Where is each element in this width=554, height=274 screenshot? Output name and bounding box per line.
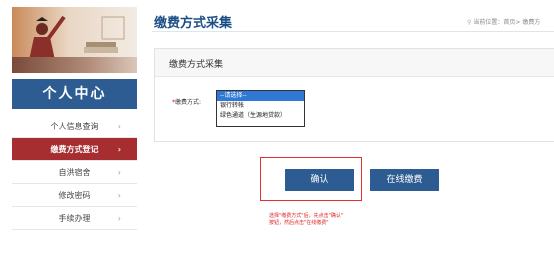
select-option[interactable]: 绿色通道（生源地贷款） xyxy=(217,111,304,121)
instruction-hint: 选择"缴费方式"后，先点击"确认" 按钮，然后点击"在线缴费" xyxy=(269,213,389,227)
location-pin-icon: ⚲ xyxy=(467,19,472,26)
payment-method-label: *缴费方式: xyxy=(172,97,201,106)
breadcrumb-text: 当前位置：首页> 缴费方 xyxy=(473,19,541,26)
confirm-button[interactable]: 确认 xyxy=(285,169,354,191)
payment-method-label-text: 缴费方式: xyxy=(175,99,202,106)
sidebar-item-procedures[interactable]: 手续办理 › xyxy=(12,207,137,230)
sidebar-item-label: 自洪宿舍 xyxy=(58,168,91,177)
sidebar-item-label: 缴费方式登记 xyxy=(50,145,99,154)
sidebar-banner-image xyxy=(12,7,137,73)
sidebar-item-label: 个人信息查询 xyxy=(50,122,99,131)
payment-method-select[interactable]: --请选择-- 银行转帐 绿色通道（生源地贷款） xyxy=(216,90,305,127)
chevron-right-icon: › xyxy=(117,168,121,177)
panel-header: 缴费方式采集 xyxy=(155,49,554,77)
hint-line: 选择"缴费方式"后，先点击"确认" xyxy=(269,213,344,219)
payment-form-panel: 缴费方式采集 xyxy=(154,48,554,142)
hint-line: 按钮，然后点击"在线缴费" xyxy=(269,220,329,226)
sidebar-item-payment-method[interactable]: 缴费方式登记 › xyxy=(12,138,137,161)
sidebar-item-label: 修改密码 xyxy=(58,191,91,200)
chevron-right-icon: › xyxy=(117,214,121,223)
panel-title: 缴费方式采集 xyxy=(169,60,224,70)
member-center-title: 个人中心 xyxy=(12,79,137,109)
sidebar-item-info-query[interactable]: 个人信息查询 › xyxy=(12,115,137,138)
sidebar-menu: 个人信息查询 › 缴费方式登记 › 自洪宿舍 › 修改密码 › 手续办理 › xyxy=(12,115,137,230)
online-pay-button[interactable]: 在线缴费 xyxy=(370,169,439,191)
chevron-right-icon: › xyxy=(117,122,121,131)
select-option[interactable]: --请选择-- xyxy=(217,91,304,101)
sidebar: 个人中心 个人信息查询 › 缴费方式登记 › 自洪宿舍 › 修改密码 › 手续办理 › xyxy=(12,7,137,237)
chevron-right-icon: › xyxy=(117,191,121,200)
title-divider xyxy=(152,31,554,32)
sidebar-item-dorm[interactable]: 自洪宿舍 › xyxy=(12,161,137,184)
page-title: 缴费方式采集 xyxy=(154,16,233,31)
select-option[interactable]: 银行转帐 xyxy=(217,101,304,111)
sidebar-item-change-password[interactable]: 修改密码 › xyxy=(12,184,137,207)
breadcrumb: ⚲ 当前位置：首页> 缴费方 xyxy=(467,17,540,26)
chevron-right-icon: › xyxy=(117,145,121,154)
sidebar-item-label: 手续办理 xyxy=(58,214,91,223)
